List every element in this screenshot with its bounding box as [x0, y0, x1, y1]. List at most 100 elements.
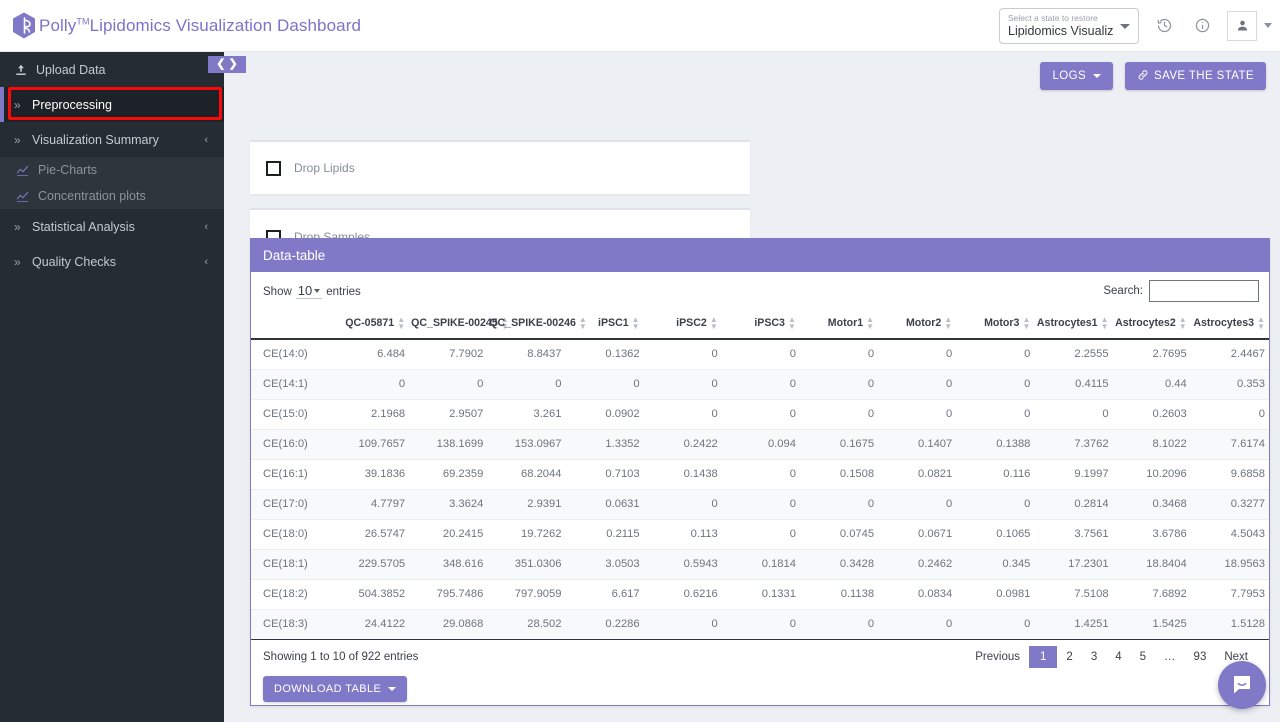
sidebar-item-statistical-analysis[interactable]: » Statistical Analysis ‹ [0, 209, 224, 244]
table-cell: 4.7797 [331, 489, 410, 520]
history-icon[interactable] [1151, 13, 1177, 39]
table-cell: 6.484 [331, 339, 410, 370]
table-cell-lipid: CE(17:0) [251, 489, 331, 520]
sort-arrows-icon: ▲ ▼ [397, 315, 406, 331]
table-cell: 0 [799, 369, 879, 400]
pagination-page-4[interactable]: 4 [1106, 646, 1130, 668]
sidebar-item-quality-checks[interactable]: » Quality Checks ‹ [0, 244, 224, 279]
column-header-motor2[interactable]: Motor2 ▲ ▼ [878, 310, 957, 340]
table-cell: 153.0967 [487, 429, 566, 460]
sort-arrows-icon: ▲ ▼ [709, 315, 718, 331]
column-header-astrocytes3[interactable]: Astrocytes3 ▲ ▼ [1190, 310, 1269, 340]
sidebar-item-label: Preprocessing [32, 97, 112, 112]
column-header-label: QC_SPIKE-00245 [411, 316, 498, 329]
search-label: Search: [1103, 285, 1143, 297]
table-cell: 0.1675 [799, 429, 879, 460]
column-header-astrocytes2[interactable]: Astrocytes2 ▲ ▼ [1112, 310, 1191, 340]
brand-title: Lipidomics Visualization Dashboard [89, 15, 362, 35]
column-header-ipsc1[interactable]: iPSC1 ▲ ▼ [565, 310, 644, 340]
column-header-motor3[interactable]: Motor3 ▲ ▼ [956, 310, 1035, 340]
pagination-page-93[interactable]: 93 [1185, 646, 1216, 668]
table-cell-lipid: CE(18:1) [251, 549, 331, 580]
info-icon[interactable] [1189, 13, 1215, 39]
state-select-value: Lipidomics Visualiza... [1008, 23, 1114, 38]
table-cell: 6.617 [565, 579, 644, 610]
brand-tm: TM [76, 15, 90, 26]
drop-lipids-checkbox[interactable] [266, 160, 281, 176]
table-cell: 0 [878, 369, 957, 400]
table-cell: 0 [721, 369, 800, 400]
pagination-page-5[interactable]: 5 [1131, 646, 1155, 668]
column-header-astrocytes1[interactable]: Astrocytes1 ▲ ▼ [1034, 310, 1113, 340]
table-cell: 8.1022 [1112, 429, 1191, 460]
column-header-motor1[interactable]: Motor1 ▲ ▼ [799, 310, 879, 340]
logs-button-label: LOGS [1052, 70, 1087, 82]
table-cell-lipid: CE(14:0) [251, 339, 331, 370]
table-row: CE(16:0) 109.7657 138.1699 153.0967 1.3352 0.… [251, 429, 1269, 460]
table-cell: 1.5128 [1190, 609, 1269, 640]
table-row: CE(18:3) 24.4122 29.0868 28.502 0.2286 0 0 0 0 0 1… [251, 609, 1269, 640]
table-cell: 0.2286 [565, 609, 644, 640]
column-header-qc-05871[interactable]: QC-05871 ▲ ▼ [331, 310, 410, 340]
page-length-select[interactable]: 10 [295, 283, 323, 299]
data-table-controls: Show 10 entries Search: [251, 272, 1269, 310]
logs-button[interactable]: LOGS [1040, 62, 1114, 90]
table-cell: 0 [878, 489, 957, 520]
chat-launcher-button[interactable] [1218, 661, 1266, 709]
page-length-control: Show 10 entries [263, 283, 361, 299]
table-cell: 3.261 [487, 399, 566, 430]
sidebar-item-concentration-plots[interactable]: Concentration plots [0, 183, 224, 209]
table-cell: 109.7657 [331, 429, 410, 460]
chevron-right-icon[interactable]: ❯ [229, 59, 238, 70]
sort-arrows-icon: ▲ ▼ [944, 315, 953, 331]
top-header-bar: PollyTMLipidomics Visualization Dashboar… [0, 0, 1280, 52]
table-cell: 7.7902 [409, 339, 488, 370]
save-state-button[interactable]: SAVE THE STATE [1125, 62, 1266, 90]
sort-arrows-icon: ▲ ▼ [1022, 315, 1031, 331]
table-cell: 0.0821 [878, 459, 957, 490]
brand[interactable]: PollyTMLipidomics Visualization Dashboar… [0, 12, 361, 39]
table-cell: 0.345 [956, 549, 1035, 580]
table-row: CE(18:2) 504.3852 795.7486 797.9059 6.617 0.6… [251, 579, 1269, 610]
table-cell: 7.5108 [1034, 579, 1113, 610]
sidebar-item-label: Statistical Analysis [32, 219, 135, 234]
pagination-page-1[interactable]: 1 [1029, 645, 1058, 668]
pagination-previous[interactable]: Previous [966, 646, 1029, 668]
chevron-left-icon[interactable]: ❮ [216, 59, 225, 70]
table-row: CE(16:1) 39.1836 69.2359 68.2044 0.7103 0.143… [251, 459, 1269, 490]
double-chevron-icon: » [14, 132, 21, 147]
table-cell: 0.2462 [878, 549, 957, 580]
sort-arrows-icon: ▲ ▼ [1178, 315, 1187, 331]
column-header-qc-spike-00246[interactable]: QC_SPIKE-00246 ▲ ▼ [487, 310, 587, 340]
double-chevron-icon: » [14, 97, 21, 112]
table-cell: 4.5043 [1190, 519, 1269, 550]
search-input[interactable] [1149, 280, 1259, 302]
column-header-ipsc3[interactable]: iPSC3 ▲ ▼ [721, 310, 800, 340]
state-select-label: Select a state to restore [1008, 12, 1098, 23]
table-cell: 7.3762 [1034, 429, 1113, 460]
table-cell: 504.3852 [331, 579, 410, 610]
table-cell: 69.2359 [409, 459, 488, 490]
chevron-down-icon[interactable] [1264, 23, 1272, 28]
download-table-button[interactable]: DOWNLOAD TABLE [263, 675, 408, 702]
table-cell: 0.6216 [643, 579, 722, 610]
table-cell: 2.2555 [1034, 339, 1113, 370]
state-restore-select[interactable]: Select a state to restore Lipidomics Vis… [999, 7, 1139, 44]
sidebar-item-visualization-summary[interactable]: » Visualization Summary ‹ [0, 122, 224, 157]
table-cell: 0 [799, 399, 879, 430]
pagination-page-3[interactable]: 3 [1082, 646, 1106, 668]
column-header-ipsc2[interactable]: iPSC2 ▲ ▼ [643, 310, 722, 340]
table-cell: 0 [956, 339, 1035, 370]
sidebar-item-pie-charts[interactable]: Pie-Charts [0, 157, 224, 183]
avatar[interactable] [1227, 10, 1257, 41]
table-cell: 0 [721, 609, 800, 640]
table-cell: 3.3624 [409, 489, 488, 520]
sidebar-item-upload-data[interactable]: Upload Data [0, 52, 224, 87]
sidebar-item-preprocessing[interactable]: » Preprocessing [0, 87, 224, 122]
column-header-qc-spike-00245[interactable]: QC_SPIKE-00245 ▲ ▼ [409, 310, 509, 340]
column-header-label: iPSC1 [598, 316, 629, 329]
pagination-page-2[interactable]: 2 [1057, 646, 1081, 668]
table-cell: 0.353 [1190, 369, 1269, 400]
table-row: CE(14:1) 0 0 0 0 0 0 0 0 0 0.4115 0.44 0.353 [251, 369, 1269, 400]
sidebar-collapse-controls[interactable]: ❮ ❯ [208, 56, 246, 73]
